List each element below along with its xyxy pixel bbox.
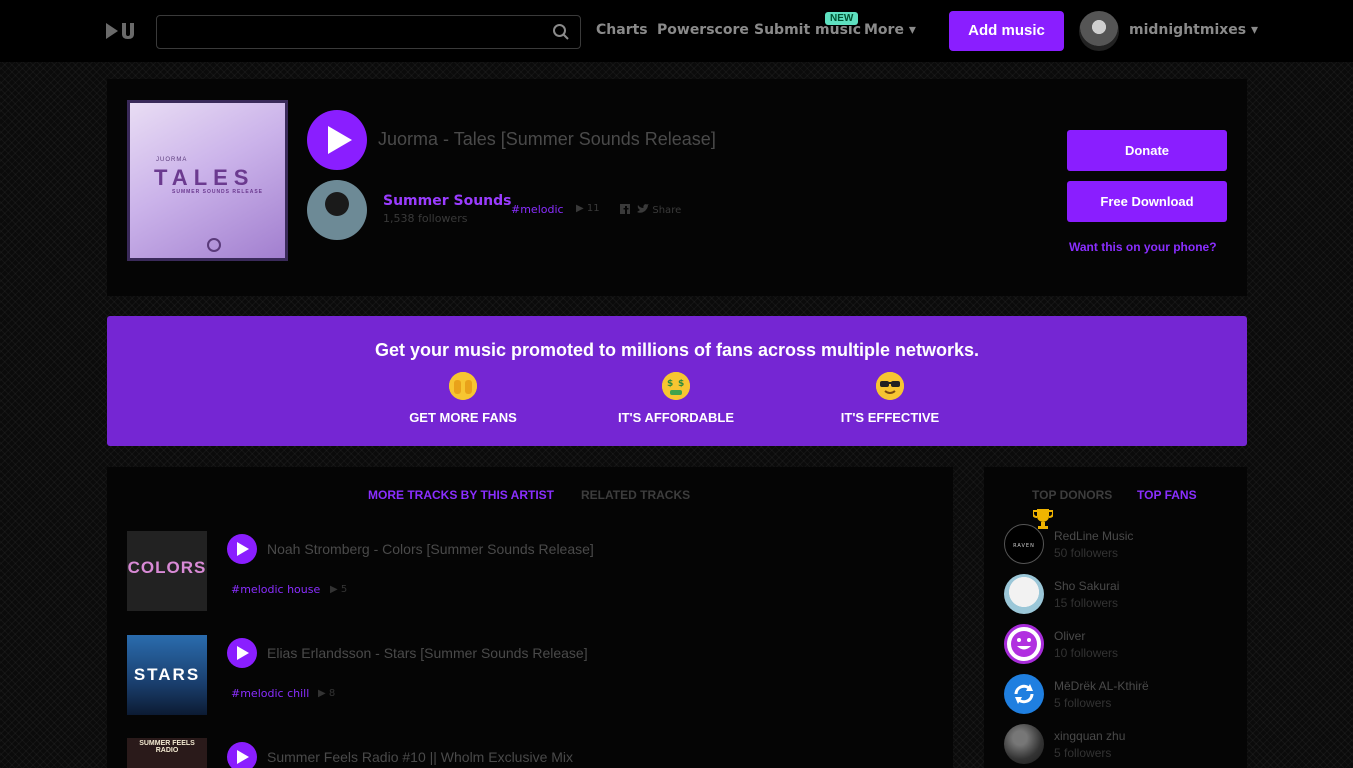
new-badge: NEW bbox=[825, 12, 859, 25]
fan-name-link[interactable]: Sho Sakurai bbox=[1054, 579, 1119, 593]
track-thumbnail[interactable]: SUMMER FEELS RADIO bbox=[127, 738, 207, 768]
site-logo[interactable] bbox=[106, 21, 138, 41]
artist-avatar[interactable] bbox=[307, 180, 367, 240]
cover-subtitle-text: SUMMER SOUNDS RELEASE bbox=[172, 189, 264, 195]
track-play-count: ▶ 5 bbox=[330, 584, 348, 595]
fan-name-link[interactable]: Oliver bbox=[1054, 629, 1085, 643]
track-title-link[interactable]: Noah Stromberg - Colors [Summer Sounds R… bbox=[267, 541, 594, 557]
track-title: Juorma - Tales [Summer Sounds Release] bbox=[378, 129, 716, 149]
facebook-icon[interactable] bbox=[620, 204, 630, 214]
phone-app-link[interactable]: Want this on your phone? bbox=[1069, 240, 1217, 254]
thumbnail-text: SUMMER FEELS RADIO bbox=[139, 740, 195, 754]
genre-tag-link[interactable]: #melodic bbox=[511, 203, 564, 216]
artist-name-link[interactable]: Summer Sounds bbox=[383, 193, 512, 209]
thumbnail-text: COLORS bbox=[127, 558, 207, 577]
track-play-button[interactable] bbox=[227, 742, 257, 768]
main-play-button[interactable] bbox=[307, 110, 367, 170]
more-tracks-panel bbox=[107, 467, 953, 768]
user-menu[interactable]: midnightmixes ▾ bbox=[1129, 22, 1258, 38]
promo-feature-fans: GET MORE FANS bbox=[383, 372, 543, 425]
fan-followers-count: 5 followers bbox=[1054, 696, 1112, 710]
promo-feature-affordable: $ $ IT'S AFFORDABLE bbox=[596, 372, 756, 425]
promo-feature-effective: IT'S EFFECTIVE bbox=[810, 372, 970, 425]
cover-label-logo-icon bbox=[207, 238, 221, 252]
fan-name-link[interactable]: RedLine Music bbox=[1054, 529, 1133, 543]
svg-text:$: $ bbox=[667, 379, 673, 389]
fan-avatar[interactable] bbox=[1004, 724, 1044, 764]
share-label[interactable]: Share bbox=[652, 205, 681, 216]
track-tag-link[interactable]: #melodic chill bbox=[231, 687, 309, 700]
nav-more-dropdown[interactable]: More ▾ bbox=[864, 22, 916, 38]
money-mouth-emoji-icon: $ $ bbox=[662, 372, 690, 400]
fan-avatar[interactable] bbox=[1004, 674, 1044, 714]
play-count: ▶ 11 bbox=[576, 203, 600, 214]
play-icon bbox=[237, 646, 249, 660]
play-icon bbox=[237, 542, 249, 556]
track-thumbnail[interactable]: COLORS bbox=[127, 531, 207, 611]
search-input[interactable] bbox=[157, 16, 537, 48]
fan-followers-count: 10 followers bbox=[1054, 646, 1119, 660]
track-title-link[interactable]: Summer Feels Radio #10 || Wholm Exclusiv… bbox=[267, 749, 573, 765]
fan-followers-count: 50 followers bbox=[1054, 546, 1119, 560]
cover-title-text: TALES bbox=[154, 165, 255, 190]
tab-more-tracks[interactable]: MORE TRACKS BY THIS ARTIST bbox=[368, 488, 554, 502]
track-play-count: ▶ 8 bbox=[318, 688, 336, 699]
fan-avatar[interactable] bbox=[1004, 624, 1044, 664]
promo-feature-label: GET MORE FANS bbox=[409, 410, 517, 425]
track-cover-art: JUORMA TALES SUMMER SOUNDS RELEASE bbox=[127, 100, 288, 261]
donate-button[interactable]: Donate bbox=[1067, 130, 1227, 171]
raised-hands-emoji-icon bbox=[449, 372, 477, 400]
promotion-banner[interactable]: Get your music promoted to millions of f… bbox=[107, 316, 1247, 446]
top-fans-panel bbox=[984, 467, 1247, 768]
nav-powerscore-link[interactable]: Powerscore bbox=[657, 22, 749, 38]
search-icon[interactable] bbox=[552, 23, 570, 41]
promo-feature-label: IT'S AFFORDABLE bbox=[618, 410, 734, 425]
twitter-icon[interactable] bbox=[637, 204, 650, 214]
promo-title: Get your music promoted to millions of f… bbox=[374, 340, 980, 360]
fan-followers-count: 5 followers bbox=[1054, 746, 1112, 760]
svg-text:$: $ bbox=[678, 379, 684, 389]
thumbnail-text: STARS bbox=[133, 665, 201, 684]
promo-feature-label: IT'S EFFECTIVE bbox=[840, 410, 940, 425]
sunglasses-emoji-icon bbox=[876, 372, 904, 400]
track-thumbnail[interactable]: STARS bbox=[127, 635, 207, 715]
user-avatar[interactable] bbox=[1079, 11, 1119, 51]
add-music-button[interactable]: Add music bbox=[949, 11, 1064, 51]
fan-avatar[interactable]: RAVEN bbox=[1004, 524, 1044, 564]
track-play-button[interactable] bbox=[227, 534, 257, 564]
track-tag-link[interactable]: #melodic house bbox=[231, 583, 320, 596]
track-title-link[interactable]: Elias Erlandsson - Stars [Summer Sounds … bbox=[267, 645, 588, 661]
nav-charts-link[interactable]: Charts bbox=[596, 22, 648, 38]
play-icon bbox=[237, 750, 249, 764]
artist-followers-count: 1,538 followers bbox=[383, 212, 468, 225]
search-box bbox=[156, 15, 581, 49]
free-download-button[interactable]: Free Download bbox=[1067, 181, 1227, 222]
track-play-button[interactable] bbox=[227, 638, 257, 668]
share-row[interactable]: Share bbox=[620, 204, 681, 216]
tab-top-fans[interactable]: TOP FANS bbox=[1137, 488, 1197, 502]
cover-artist-text: JUORMA bbox=[156, 157, 188, 163]
fan-avatar[interactable] bbox=[1004, 574, 1044, 614]
svg-text:RAVEN: RAVEN bbox=[1013, 543, 1035, 549]
tab-related-tracks[interactable]: RELATED TRACKS bbox=[581, 488, 690, 502]
play-icon bbox=[328, 126, 352, 154]
fan-name-link[interactable]: xingquan zhu bbox=[1054, 729, 1125, 743]
fan-name-link[interactable]: MēDrëk AL-Kthirë bbox=[1054, 679, 1149, 693]
tab-top-donors[interactable]: TOP DONORS bbox=[1032, 488, 1112, 502]
fan-followers-count: 15 followers bbox=[1054, 596, 1119, 610]
